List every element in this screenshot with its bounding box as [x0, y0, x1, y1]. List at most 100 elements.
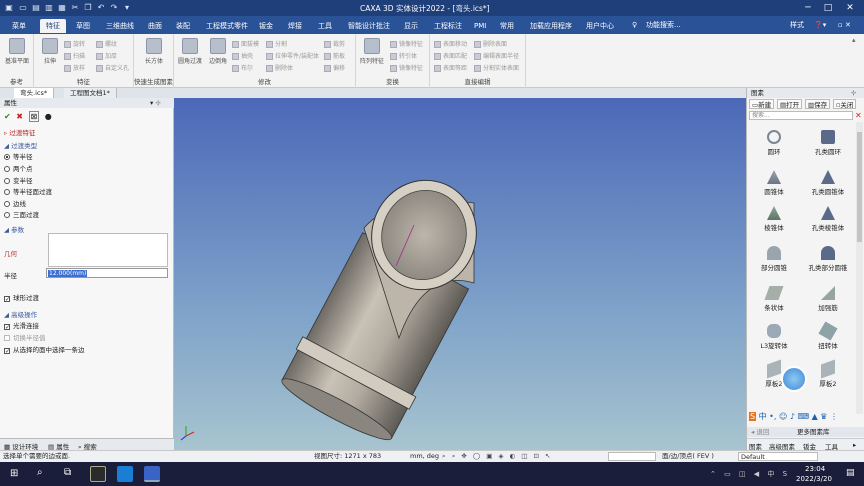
- pin-icon[interactable]: ▾ ⊹: [150, 98, 161, 108]
- doc-tab-elbow[interactable]: 弯头.ics*: [14, 88, 55, 98]
- floating-assistant-icon[interactable]: [781, 366, 807, 392]
- face-match-button[interactable]: 表面匹配: [434, 51, 467, 60]
- open-icon[interactable]: ▤: [31, 3, 41, 13]
- lib-thick-plate-2[interactable]: 厚板2: [801, 359, 855, 388]
- checkbox-smooth[interactable]: ✓ 光滑连接: [4, 320, 39, 331]
- radio-edge[interactable]: 边线: [4, 198, 26, 208]
- split-face-button[interactable]: 分割实体表面: [474, 63, 519, 72]
- loft-button[interactable]: 放样: [64, 63, 85, 72]
- lib-hole-cone[interactable]: 孔类圆锥体: [801, 170, 855, 196]
- new-catalog-button[interactable]: ▭新建: [749, 99, 775, 109]
- radio-variable-radius[interactable]: 变半径: [4, 175, 33, 185]
- lib-pyramid[interactable]: 棱锥体: [747, 206, 801, 232]
- tab-welding[interactable]: 焊接: [282, 19, 308, 33]
- radio-constant-radius[interactable]: 等半径: [4, 151, 33, 161]
- collapse-ribbon-icon[interactable]: ▴: [852, 36, 856, 44]
- checkbox-select-edge[interactable]: ✓ 从选择的面中选择一条边: [4, 344, 85, 355]
- radio-face-fillet[interactable]: 等半径面过渡: [4, 186, 52, 196]
- lib-hole-torus[interactable]: 孔类圆环: [801, 130, 855, 156]
- face-move-button[interactable]: 表面移动: [434, 39, 467, 48]
- caxa-app-icon[interactable]: [144, 466, 160, 482]
- open-catalog-button[interactable]: ▤打开: [777, 99, 803, 109]
- new-icon[interactable]: ▭: [18, 3, 28, 13]
- tab-smart-annotation[interactable]: 智能设计批注: [342, 19, 396, 33]
- style-dropdown[interactable]: 样式: [790, 19, 804, 31]
- lib-partial-cone[interactable]: 部分圆锥: [747, 246, 801, 272]
- split-button[interactable]: 分割: [266, 39, 287, 48]
- tab-display[interactable]: 显示: [398, 19, 424, 33]
- section-fillet-feature[interactable]: ▹ 过渡特征: [4, 127, 35, 137]
- preview-icon[interactable]: ⊠: [28, 111, 40, 122]
- section-params[interactable]: ◢ 参数: [4, 224, 24, 234]
- fillet-button[interactable]: 圆角过渡: [176, 38, 204, 65]
- function-search[interactable]: 功能搜索...: [646, 19, 681, 31]
- wps-app-icon[interactable]: [90, 466, 106, 482]
- checkbox-ball-fillet[interactable]: ✓ 球形过渡: [4, 292, 39, 303]
- tab-tools[interactable]: 工具: [312, 19, 338, 33]
- more-catalog-button[interactable]: 更多图素库: [797, 427, 830, 437]
- boolean-button[interactable]: 布尔: [232, 63, 253, 72]
- tray-icons[interactable]: ⌃ ▭ ◫ ◀ 中 S: [710, 469, 790, 479]
- close-button[interactable]: ✕: [842, 2, 858, 14]
- help-icon[interactable]: ❓▾: [814, 19, 826, 31]
- catalog-search-input[interactable]: 搜索...: [749, 111, 853, 120]
- scrollbar-thumb[interactable]: [857, 132, 862, 242]
- pattern-feature-button[interactable]: 阵列特征: [358, 38, 386, 65]
- maximize-button[interactable]: □: [820, 2, 836, 14]
- catalog-tabs-arrows[interactable]: ▸: [853, 441, 856, 449]
- 3d-viewport[interactable]: [174, 98, 746, 450]
- redo-icon[interactable]: ↷: [109, 3, 119, 13]
- save-catalog-button[interactable]: ▥保存: [805, 99, 831, 109]
- tab-menu[interactable]: 菜单: [6, 19, 32, 33]
- shell-button[interactable]: 抽壳: [232, 51, 253, 60]
- search-icon[interactable]: ⌕: [37, 467, 43, 478]
- offset-button[interactable]: 偏移: [324, 63, 345, 72]
- revolve-button[interactable]: 旋转: [64, 39, 85, 48]
- browser-app-icon[interactable]: [117, 466, 133, 482]
- lib-hole-pyramid[interactable]: 孔类棱锥体: [801, 206, 855, 232]
- sweep-button[interactable]: 扫描: [64, 51, 85, 60]
- tab-load-app[interactable]: 加载应用程序: [524, 19, 578, 33]
- tab-pmi[interactable]: PMI: [468, 19, 492, 33]
- cancel-icon[interactable]: ✖: [16, 112, 23, 121]
- transform-body-button[interactable]: 转引体: [390, 51, 417, 60]
- mirror-feature-button[interactable]: 镜像特征: [390, 39, 423, 48]
- checkbox-tangent-radius[interactable]: 切换半径值: [4, 332, 46, 342]
- lib-rib[interactable]: 加强筋: [801, 286, 855, 312]
- rib-button[interactable]: 筋板: [324, 51, 345, 60]
- back-button[interactable]: ◂ 退回: [751, 427, 769, 437]
- windows-start-icon[interactable]: ⊞: [10, 468, 18, 479]
- lib-hole-partial-cone[interactable]: 孔类部分圆锥: [801, 246, 855, 272]
- lib-torus[interactable]: 圆环: [747, 130, 801, 156]
- tab-engineering-part[interactable]: 工程模式零件: [200, 19, 254, 33]
- tab-dimension[interactable]: 工程标注: [428, 19, 468, 33]
- delete-face-button[interactable]: 删除表面: [474, 39, 507, 48]
- unit-label[interactable]: mm, deg: [410, 451, 439, 462]
- minimize-button[interactable]: ─: [800, 2, 816, 14]
- copy-icon[interactable]: ❐: [83, 3, 93, 13]
- apply-icon[interactable]: ●: [45, 112, 52, 121]
- tab-user-center[interactable]: 用户中心: [580, 19, 620, 33]
- catalog-scrollbar[interactable]: [856, 122, 863, 414]
- print-icon[interactable]: ▦: [57, 3, 67, 13]
- tab-feature[interactable]: 特征: [40, 19, 66, 33]
- select-mode[interactable]: 面/边/顶点( FEV ): [662, 451, 714, 462]
- ok-icon[interactable]: ✔: [4, 112, 11, 121]
- save-icon[interactable]: ▥: [44, 3, 54, 13]
- tab-sketch[interactable]: 草图: [70, 19, 96, 33]
- face-offset-button[interactable]: 表面等距: [434, 63, 467, 72]
- delete-body-button[interactable]: 删除体: [266, 63, 293, 72]
- close-catalog-button[interactable]: ▫关闭: [833, 99, 857, 109]
- geometry-selection-box[interactable]: [48, 233, 168, 267]
- thread-button[interactable]: 螺纹: [96, 39, 117, 48]
- tab-sheetmetal[interactable]: 钣金: [253, 19, 279, 33]
- tab-surface[interactable]: 曲面: [142, 19, 168, 33]
- notification-icon[interactable]: ▤: [846, 468, 855, 478]
- pin-icon[interactable]: ⊹: [851, 88, 856, 98]
- radio-three-face[interactable]: 三面过渡: [4, 209, 39, 219]
- stretch-part-button[interactable]: 拉伸零件/装配体: [266, 51, 319, 60]
- doc-tab-drawing[interactable]: 工程图文档1*: [64, 88, 117, 98]
- tab-common[interactable]: 常用: [494, 19, 520, 33]
- undo-icon[interactable]: ↶: [96, 3, 106, 13]
- style-select[interactable]: Default: [738, 452, 818, 461]
